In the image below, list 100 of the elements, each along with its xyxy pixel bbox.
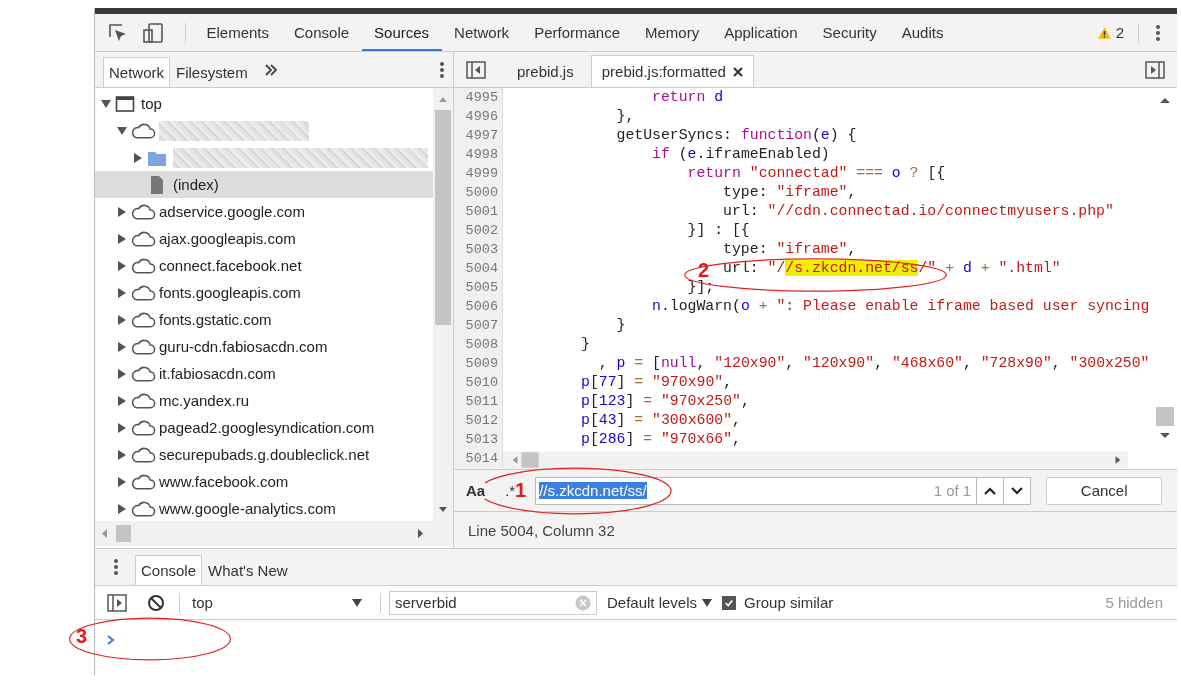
cloud-icon — [131, 121, 156, 140]
more-icon[interactable] — [1155, 22, 1161, 43]
tree-item-label: www.facebook.com — [159, 473, 289, 490]
line-number: 4997 — [454, 126, 503, 145]
expand-arrow-icon[interactable] — [133, 152, 143, 163]
line-number: 5013 — [454, 430, 503, 449]
cloud-icon — [131, 364, 156, 383]
next-match-button[interactable] — [1004, 476, 1032, 505]
tree-item[interactable]: fonts.googleapis.com — [95, 279, 433, 306]
filter-text[interactable]: serverbid — [395, 594, 457, 611]
close-icon[interactable] — [732, 66, 743, 77]
cloud-icon — [131, 310, 156, 329]
line-number: 5008 — [454, 335, 503, 354]
match-case-toggle[interactable]: Aa — [466, 482, 486, 499]
more-icon[interactable] — [439, 59, 445, 80]
sidebar-toggle-icon[interactable] — [466, 60, 486, 79]
log-levels-select[interactable]: Default levels — [607, 594, 698, 611]
more-icon[interactable] — [113, 557, 119, 577]
filter-field[interactable]: serverbid — [389, 590, 597, 615]
sidebar-toggle-icon[interactable] — [1145, 60, 1165, 79]
more-tabs-icon[interactable] — [263, 63, 278, 76]
file-tab[interactable]: prebid.js:formatted — [590, 55, 754, 87]
navigator-tab[interactable]: Filesystem — [170, 57, 254, 87]
file-tab[interactable]: prebid.js — [506, 55, 585, 87]
expand-arrow-icon[interactable] — [117, 206, 127, 217]
horizontal-scrollbar[interactable] — [95, 521, 453, 546]
cloud-icon — [131, 391, 156, 410]
warning-icon[interactable] — [1096, 25, 1112, 40]
tree-item[interactable]: adservice.google.com — [95, 198, 433, 225]
expand-arrow-icon[interactable] — [117, 233, 127, 244]
line-number: 4998 — [454, 145, 503, 164]
panel-tab[interactable]: Application — [711, 14, 811, 51]
tree-item[interactable]: it.fabiosacdn.com — [95, 360, 433, 387]
panel-tab[interactable]: Memory — [632, 14, 712, 51]
collapse-arrow-icon[interactable] — [117, 125, 127, 136]
horizontal-scrollbar[interactable] — [503, 451, 1128, 469]
panel-tab[interactable]: Network — [441, 14, 522, 51]
expand-arrow-icon[interactable] — [117, 449, 127, 460]
sidebar-toggle-icon[interactable] — [107, 593, 127, 612]
expand-arrow-icon[interactable] — [117, 476, 127, 487]
clear-console-icon[interactable] — [147, 593, 165, 612]
tree-item-label: ajax.googleapis.com — [159, 230, 296, 247]
expand-arrow-icon[interactable] — [117, 260, 127, 271]
expand-arrow-icon[interactable] — [117, 368, 127, 379]
vertical-scrollbar[interactable] — [433, 88, 453, 521]
line-number: 5011 — [454, 392, 503, 411]
cloud-icon — [131, 499, 156, 518]
expand-arrow-icon[interactable] — [117, 422, 127, 433]
tree-item-label: it.fabiosacdn.com — [159, 365, 276, 382]
collapse-arrow-icon[interactable] — [101, 98, 111, 109]
context-label[interactable]: top — [192, 594, 213, 611]
tree-item[interactable]: mc.yandex.ru — [95, 387, 433, 414]
expand-arrow-icon[interactable] — [117, 341, 127, 352]
line-number: 5002 — [454, 221, 503, 240]
chevron-up-icon[interactable] — [984, 486, 997, 495]
cloud-icon — [131, 418, 156, 437]
file-tab-label[interactable]: prebid.js — [517, 63, 574, 80]
expand-arrow-icon[interactable] — [117, 314, 127, 325]
cursor-position: Line 5004, Column 32 — [468, 521, 615, 539]
cloud-icon — [131, 472, 156, 491]
tree-item[interactable]: www.facebook.com — [95, 468, 433, 495]
expand-arrow-icon[interactable] — [117, 395, 127, 406]
expand-arrow-icon[interactable] — [117, 503, 127, 514]
previous-match-button[interactable] — [977, 476, 1005, 505]
context-select[interactable]: top — [188, 594, 372, 611]
drawer-tab[interactable]: What's New — [202, 555, 294, 585]
tree-item[interactable]: guru-cdn.fabiosacdn.com — [95, 333, 433, 360]
caret-icon[interactable] — [702, 598, 713, 607]
navigator-tab[interactable]: Network — [103, 57, 170, 87]
search-field[interactable]: //s.zkcdn.net/ss/ 1 of 1 — [535, 476, 978, 505]
drawer-tab[interactable]: Console — [135, 555, 203, 585]
caret-icon[interactable] — [352, 598, 362, 607]
line-number: 4996 — [454, 107, 503, 126]
code-line: url: "//cdn.connectad.io/connectmyusers.php" — [722, 202, 1114, 221]
panel-tab[interactable]: Console — [281, 14, 362, 51]
prompt-icon[interactable] — [107, 635, 115, 645]
expand-arrow-icon[interactable] — [117, 287, 127, 298]
cloud-icon — [131, 229, 156, 248]
tree-item[interactable]: connect.facebook.net — [95, 252, 433, 279]
tree-item[interactable]: top — [95, 90, 433, 117]
code-line: , p = [null, "120x90", "120x90", "468x60", "728x90", "300x250" — [597, 354, 1150, 373]
warning-count[interactable]: 2 — [1115, 24, 1124, 41]
tree-item[interactable]: securepubads.g.doubleclick.net — [95, 441, 433, 468]
file-tab-label[interactable]: prebid.js:formatted — [601, 63, 726, 80]
tree-item[interactable]: www.google-analytics.com — [95, 495, 433, 521]
tree-item[interactable]: (index) — [95, 171, 433, 198]
search-query[interactable]: //s.zkcdn.net/ss/ — [539, 482, 647, 499]
annotation-number: 3 — [76, 625, 88, 647]
device-icon[interactable] — [142, 21, 164, 44]
tree-item[interactable]: pagead2.googlesyndication.com — [95, 414, 433, 441]
panel-tab[interactable]: Audits — [889, 14, 956, 51]
cancel-button[interactable]: Cancel — [1046, 476, 1163, 505]
tree-item[interactable]: ajax.googleapis.com — [95, 225, 433, 252]
panel-tab[interactable]: Security — [810, 14, 890, 51]
chevron-down-icon[interactable] — [1011, 486, 1024, 495]
hidden-count: 5 hidden — [1105, 594, 1163, 611]
tree-item[interactable]: fonts.gstatic.com — [95, 306, 433, 333]
checkbox-label[interactable]: Group similar — [744, 594, 834, 611]
panel-tab[interactable]: Elements — [194, 14, 282, 51]
panel-tab[interactable]: Performance — [521, 14, 633, 51]
